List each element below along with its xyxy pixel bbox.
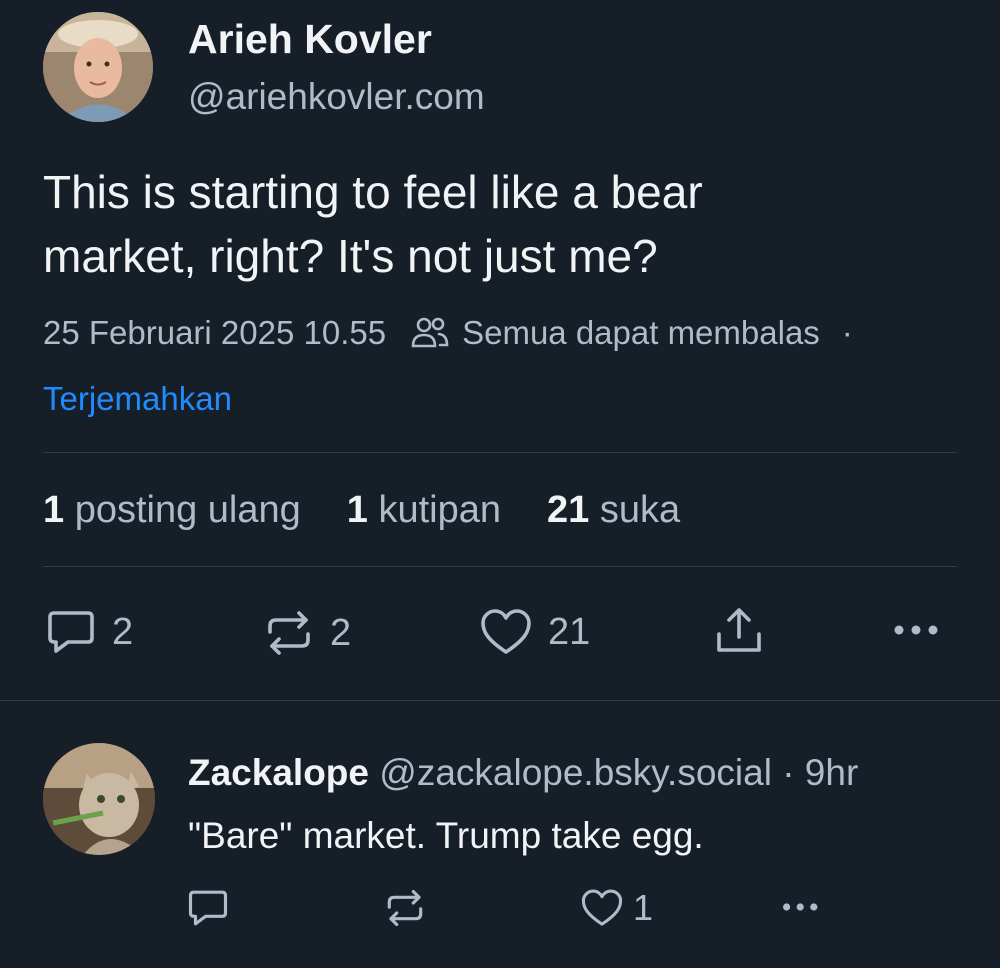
reply-author-avatar[interactable]: [43, 743, 155, 855]
quotes-stat[interactable]: 1 kutipan: [347, 489, 501, 532]
reply-icon: [46, 608, 96, 656]
thread-view: Arieh Kovler @ariehkovler.com This is st…: [0, 0, 1000, 968]
like-button[interactable]: 21: [480, 608, 590, 656]
more-options-button[interactable]: [892, 620, 942, 640]
share-button[interactable]: [714, 606, 764, 656]
reply-more-options-button[interactable]: [777, 899, 825, 915]
author-avatar[interactable]: [43, 12, 153, 122]
reply-count: 2: [112, 610, 134, 653]
people-icon: [410, 315, 450, 351]
divider: [43, 452, 957, 453]
post-text: This is starting to feel like a bear mar…: [43, 160, 943, 288]
translate-link[interactable]: Terjemahkan: [43, 380, 232, 418]
author-name[interactable]: Arieh Kovler: [188, 16, 432, 63]
divider: [43, 566, 957, 567]
reply-text: "Bare" market. Trump take egg.: [188, 815, 704, 856]
repost-button[interactable]: 2: [264, 610, 351, 656]
likes-stat[interactable]: 21 suka: [547, 489, 680, 532]
more-icon: [892, 620, 942, 640]
post-text-line: This is starting to feel like a bear: [43, 166, 703, 218]
reply-time[interactable]: · 9hr: [782, 752, 858, 793]
like-count: 21: [548, 610, 591, 653]
reply-header: Zackalope @zackalope.bsky.social · 9hr: [188, 752, 858, 794]
reply-like-button[interactable]: 1: [581, 887, 653, 929]
post-meta: 25 Februari 2025 10.55 Semua dapat memba…: [43, 314, 853, 352]
reply-author-handle[interactable]: @zackalope.bsky.social: [379, 752, 772, 793]
reply-repost-button[interactable]: [384, 889, 426, 927]
author-handle[interactable]: @ariehkovler.com: [188, 76, 485, 118]
post-text-line: market, right? It's not just me?: [43, 230, 658, 282]
reply-reply-button[interactable]: [187, 888, 229, 928]
repost-icon: [384, 889, 426, 927]
reposts-stat[interactable]: 1 posting ulang: [43, 489, 301, 532]
meta-separator: ·: [841, 314, 853, 351]
like-icon: [480, 608, 532, 656]
repost-icon: [264, 610, 314, 656]
reply-setting[interactable]: Semua dapat membalas: [462, 314, 820, 352]
engagement-stats: 1 posting ulang 1 kutipan 21 suka: [43, 489, 726, 532]
like-icon: [581, 888, 623, 928]
reply-button[interactable]: 2: [46, 608, 133, 656]
more-icon: [777, 899, 825, 915]
reply-author-name[interactable]: Zackalope: [188, 752, 369, 793]
section-divider: [0, 700, 1000, 701]
repost-count: 2: [330, 611, 352, 654]
post-timestamp: 25 Februari 2025 10.55: [43, 314, 387, 351]
reply-icon: [187, 888, 229, 928]
share-icon: [714, 606, 764, 656]
reply-like-count: 1: [633, 887, 654, 928]
